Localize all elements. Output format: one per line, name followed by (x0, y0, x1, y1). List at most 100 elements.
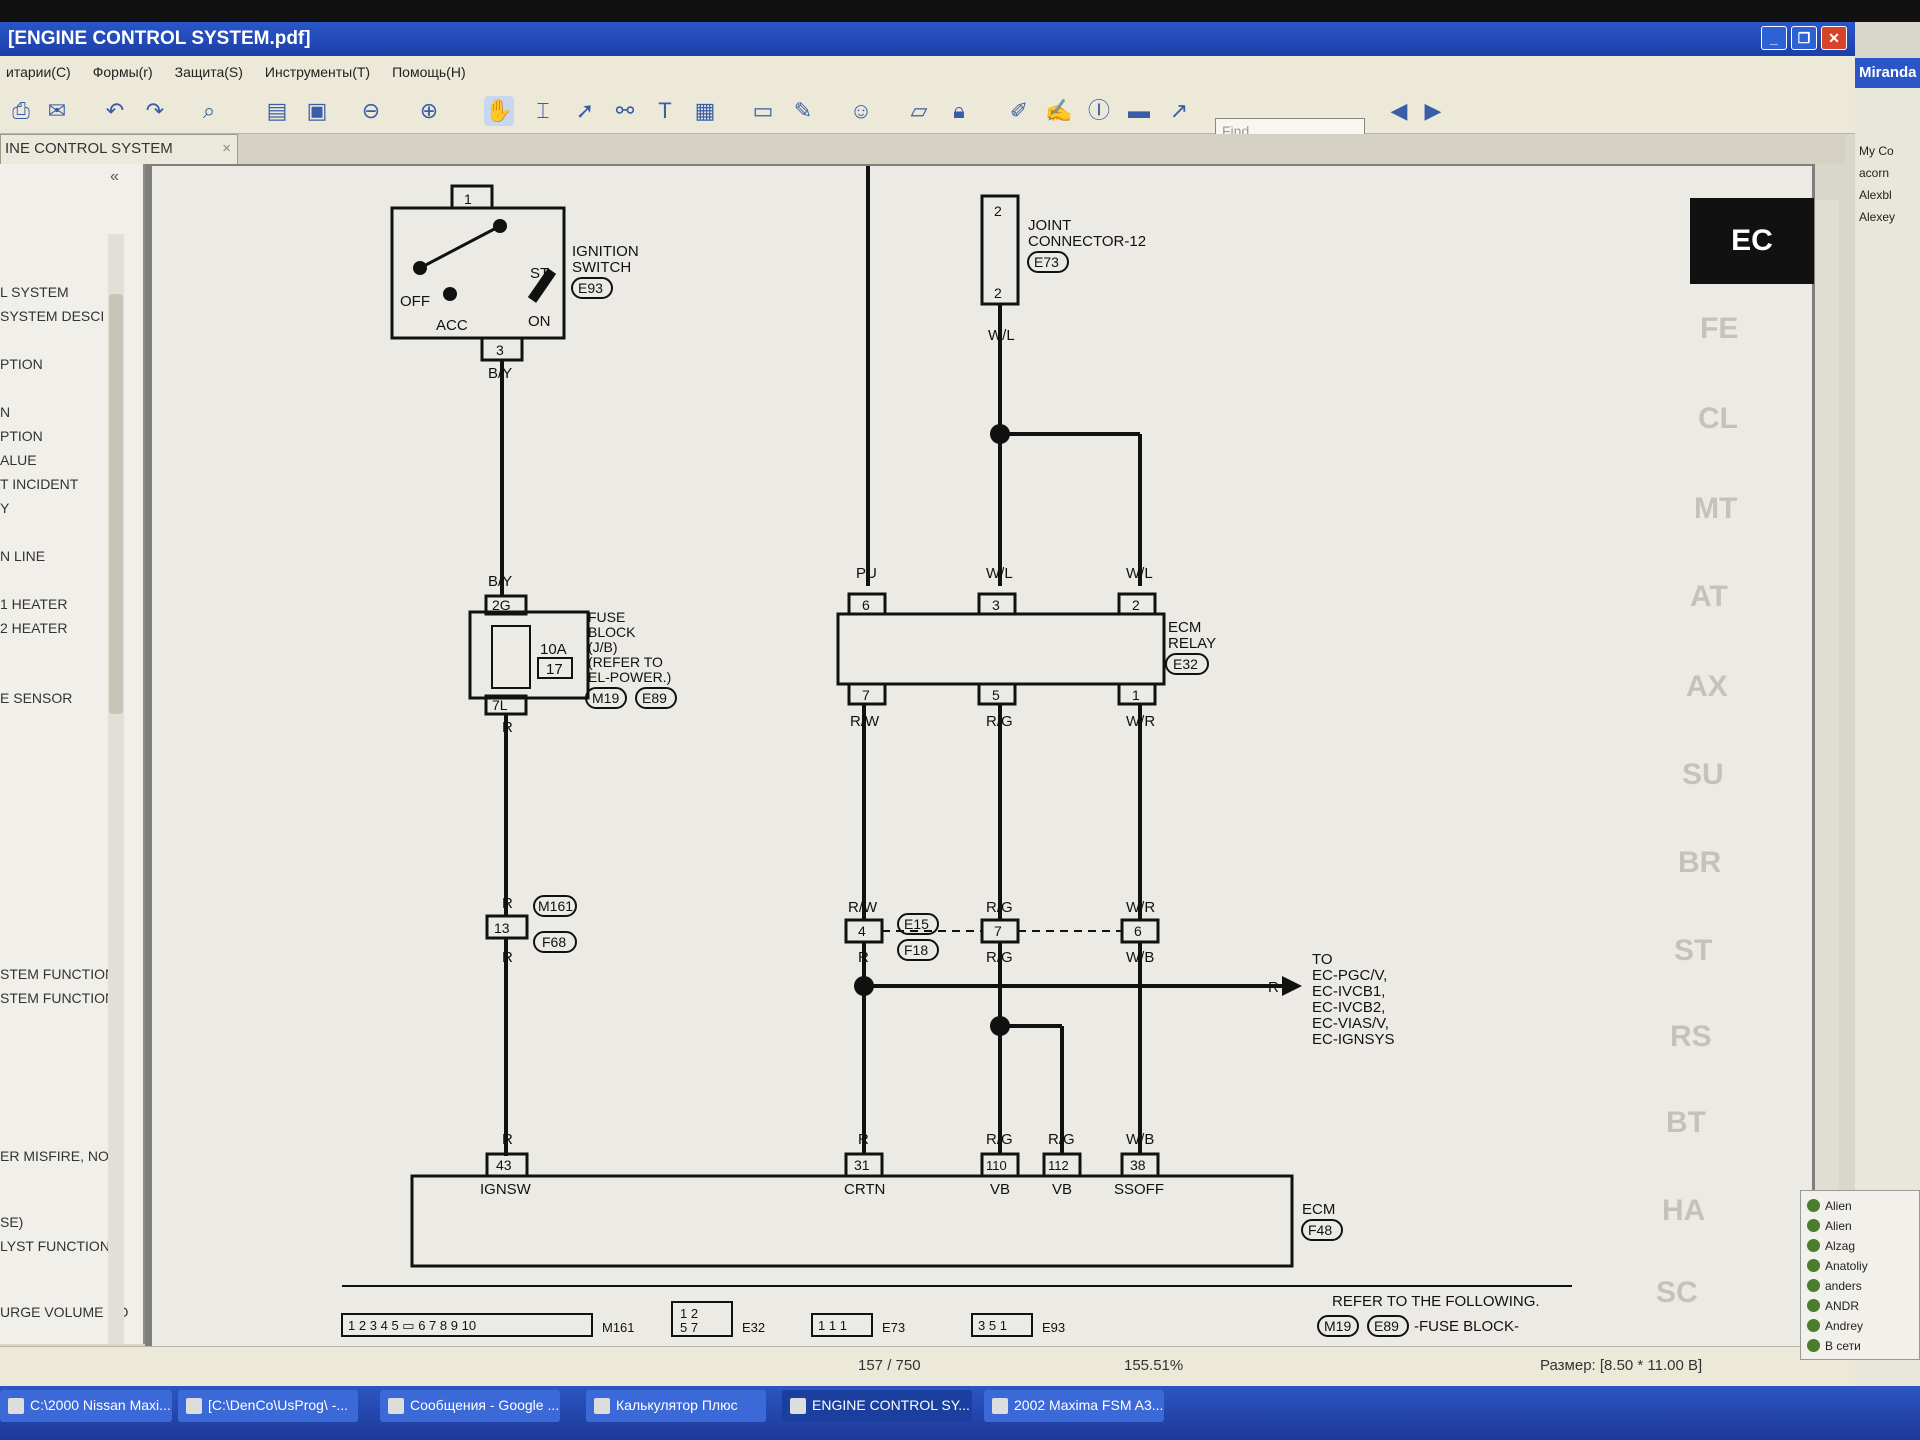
redo-icon[interactable]: ↷ (140, 96, 170, 126)
document-tabs: INE CONTROL SYSTEM × (0, 134, 1845, 164)
contact-item[interactable]: Anatoliy (1807, 1259, 1868, 1273)
monitor-icon[interactable]: ▭ (748, 96, 778, 126)
lock-icon[interactable]: 🔒︎ (944, 96, 974, 126)
zoom-in-icon[interactable]: ⊕ (414, 96, 444, 126)
pointer-icon[interactable]: ➚ (570, 96, 600, 126)
menu-comments[interactable]: итарии(C) (6, 64, 71, 80)
close-button[interactable]: ✕ (1821, 26, 1847, 50)
undo-icon[interactable]: ↶ (100, 96, 130, 126)
e93-pins: 3 5 1 (978, 1318, 1007, 1333)
zoom-level[interactable]: 155.51% (1124, 1357, 1183, 1374)
contact-item[interactable]: Alexey (1859, 210, 1895, 224)
fuse-wire-in: B/Y (488, 573, 512, 590)
taskbar-item[interactable]: Калькулятор Плюс (586, 1390, 766, 1422)
window-icon (8, 1398, 24, 1414)
nav-item[interactable]: STEM FUNCTION (0, 990, 115, 1006)
section-tab-ec[interactable]: EC (1690, 198, 1814, 284)
folder-icon[interactable]: ▱ (904, 96, 934, 126)
section-tab-st[interactable]: ST (1674, 934, 1712, 968)
nav-item[interactable]: L SYSTEM (0, 284, 69, 300)
contact-item[interactable]: ANDR (1806, 1299, 1859, 1313)
section-tab-mt[interactable]: MT (1694, 492, 1737, 526)
nav-item[interactable]: PTION (0, 428, 43, 444)
image-icon[interactable]: ▦ (690, 96, 720, 126)
miranda-status[interactable]: В сети (1807, 1339, 1861, 1353)
nav-item[interactable]: STEM FUNCTION (0, 966, 115, 982)
highlight-icon[interactable]: ✐ (1004, 96, 1034, 126)
pen-icon[interactable]: ✎ (788, 96, 818, 126)
contact-item[interactable]: My Co (1859, 144, 1894, 158)
page-scrollbar[interactable] (1815, 200, 1839, 1340)
typewriter-icon[interactable]: Ⓘ (1084, 96, 1114, 126)
section-tab-su[interactable]: SU (1682, 758, 1724, 792)
fuse-label-3: (J/B) (588, 639, 618, 655)
minimize-button[interactable]: _ (1761, 26, 1787, 50)
zoom-icon[interactable]: ⌕ (194, 96, 224, 126)
edit-icon[interactable]: ✍ (1044, 96, 1074, 126)
nav-item[interactable]: ALUE (0, 452, 37, 468)
e73-pins: 1 1 1 (818, 1318, 847, 1333)
nav-item[interactable]: SYSTEM DESCI (0, 308, 104, 324)
scroll-thumb[interactable] (109, 294, 123, 714)
nav-item[interactable]: N (0, 404, 10, 420)
note-icon[interactable]: ▬ (1124, 96, 1154, 126)
text-tool-icon[interactable]: T (650, 96, 680, 126)
bookmarks-scrollbar[interactable] (108, 234, 124, 1344)
taskbar-item[interactable]: [C:\DenCo\UsProg\ -... (178, 1390, 358, 1422)
nav-item[interactable]: Y (0, 500, 9, 516)
taskbar-item[interactable]: Сообщения - Google ... (380, 1390, 560, 1422)
section-tab-sc[interactable]: SC (1656, 1276, 1698, 1310)
fit-page-icon[interactable]: ▣ (302, 96, 332, 126)
section-tab-bt[interactable]: BT (1666, 1106, 1706, 1140)
hand-tool-icon[interactable]: ✋ (484, 96, 514, 126)
taskbar-item[interactable]: C:\2000 Nissan Maxi... (0, 1390, 172, 1422)
find-next-icon[interactable]: ▶ (1418, 96, 1448, 126)
menu-tools[interactable]: Инструменты(T) (265, 64, 370, 80)
section-tab-rs[interactable]: RS (1670, 1020, 1712, 1054)
section-tab-br[interactable]: BR (1678, 846, 1721, 880)
nav-item[interactable]: N LINE (0, 548, 45, 564)
nav-item[interactable]: 1 HEATER (0, 596, 67, 612)
email-icon[interactable]: ✉ (42, 96, 72, 126)
window-icon (186, 1398, 202, 1414)
taskbar-item-active[interactable]: ENGINE CONTROL SY... (782, 1390, 972, 1422)
nav-item[interactable]: PTION (0, 356, 43, 372)
restore-button[interactable]: ❐ (1791, 26, 1817, 50)
binoculars-icon[interactable]: ⚯ (610, 96, 640, 126)
tab-close-icon[interactable]: × (222, 140, 231, 157)
print-icon[interactable]: ⎙ (6, 96, 36, 126)
contact-item[interactable]: Alexbl (1859, 188, 1892, 202)
contact-item[interactable]: Alien (1807, 1219, 1852, 1233)
page-icon[interactable]: ▤ (262, 96, 292, 126)
contact-item[interactable]: anders (1807, 1279, 1862, 1293)
nav-item[interactable]: ER MISFIRE, NO. (0, 1148, 113, 1164)
select-text-icon[interactable]: ⌶ (528, 96, 558, 126)
nav-item[interactable]: E SENSOR (0, 690, 72, 706)
section-tab-ax[interactable]: AX (1686, 670, 1728, 704)
user-icon[interactable]: ☺ (846, 96, 876, 126)
page-number[interactable]: 157 / 750 (858, 1357, 921, 1374)
taskbar-item[interactable]: 2002 Maxima FSM A3... (984, 1390, 1164, 1422)
zoom-out-icon[interactable]: ⊖ (356, 96, 386, 126)
collapse-icon[interactable]: « (110, 168, 119, 186)
section-tab-fe[interactable]: FE (1700, 312, 1738, 346)
menu-forms[interactable]: Формы(r) (93, 64, 153, 80)
nav-item[interactable]: 2 HEATER (0, 620, 67, 636)
contact-item[interactable]: acorn (1859, 166, 1889, 180)
footer-connector-1: M19 (1324, 1318, 1351, 1334)
section-tab-cl[interactable]: CL (1698, 402, 1738, 436)
nav-item[interactable]: LYST FUNCTION (0, 1238, 110, 1254)
nav-item[interactable]: T INCIDENT (0, 476, 78, 492)
tab-engine-control-system[interactable]: INE CONTROL SYSTEM × (0, 134, 238, 164)
contact-item[interactable]: Alzag (1806, 1239, 1855, 1253)
menu-help[interactable]: Помощь(H) (392, 64, 466, 80)
find-prev-icon[interactable]: ◀ (1384, 96, 1414, 126)
section-tab-at[interactable]: AT (1690, 580, 1728, 614)
nav-item[interactable]: SE) (0, 1214, 23, 1230)
section-tab-ha[interactable]: HA (1662, 1194, 1705, 1228)
menu-protection[interactable]: Защита(S) (175, 64, 243, 80)
contact-item[interactable]: Alien (1807, 1199, 1852, 1213)
arrow-icon[interactable]: ↗ (1164, 96, 1194, 126)
relay-wire-bottom-1: R/W (850, 713, 880, 730)
contact-item[interactable]: Andrey (1806, 1319, 1863, 1333)
